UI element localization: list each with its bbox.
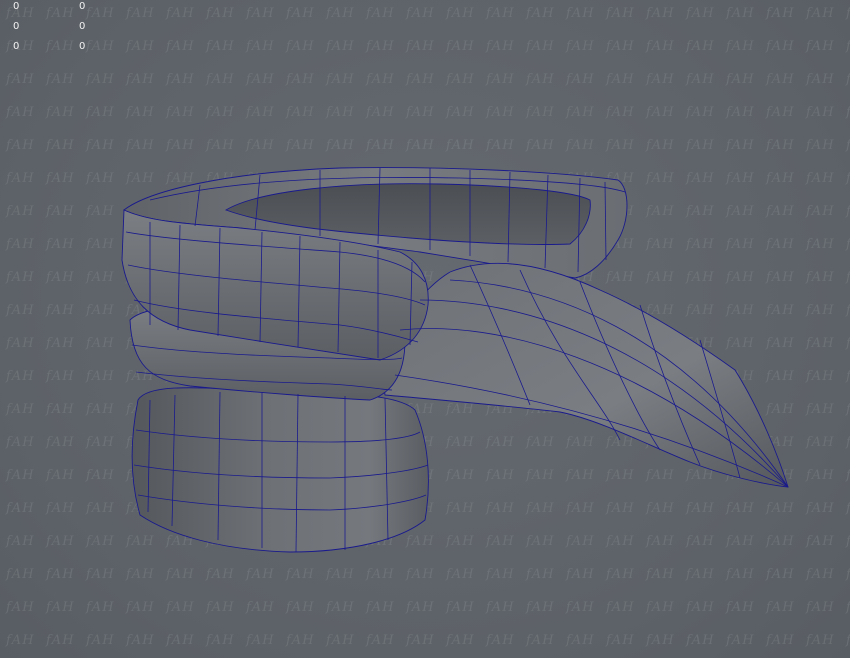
tongue-spike [379, 262, 789, 488]
collar-base [131, 387, 429, 553]
3d-viewport[interactable]: fAH fAH fAH fAH fAH fAH fAH fAH fAH fAH fAH fAH fAH f… [0, 0, 850, 658]
collar-mesh-model[interactable] [0, 0, 850, 658]
